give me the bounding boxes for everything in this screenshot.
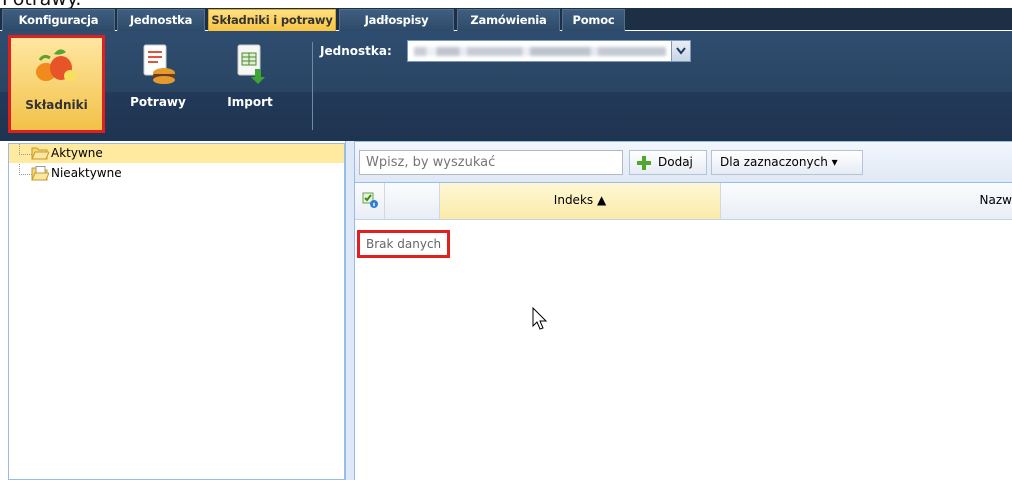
- tab-pomoc[interactable]: Pomoc: [562, 9, 625, 31]
- search-input[interactable]: [359, 150, 623, 175]
- category-tree: Aktywne Nieaktywne: [8, 143, 345, 480]
- dishes-label: Potrawy: [130, 95, 186, 109]
- tab-zamowienia[interactable]: Zamówienia: [457, 9, 560, 31]
- import-icon: [237, 44, 265, 84]
- unit-select[interactable]: [407, 40, 691, 62]
- tree-item-aktywne[interactable]: Aktywne: [9, 144, 344, 163]
- unit-dropdown-arrow[interactable]: [671, 41, 690, 61]
- folder-open-icon: [31, 147, 49, 160]
- ingredients-icon: [35, 49, 76, 82]
- checkbox-info-icon: [362, 192, 378, 208]
- dishes-button[interactable]: Potrawy: [118, 35, 198, 133]
- plus-icon: [637, 156, 651, 170]
- grid-header: Indeks ▲ Nazw: [355, 183, 1012, 220]
- select-all-column[interactable]: [355, 183, 385, 219]
- mouse-cursor-icon: [532, 307, 548, 330]
- bulk-actions-button[interactable]: Dla zaznaczonych ▾: [711, 150, 863, 175]
- ingredients-button[interactable]: Składniki: [8, 35, 105, 133]
- tree-item-label: Aktywne: [51, 146, 103, 160]
- import-label: Import: [227, 95, 273, 109]
- dishes-icon: [143, 44, 175, 84]
- cropped-heading-text: Potrawy.: [2, 0, 81, 8]
- tab-konfiguracja[interactable]: Konfiguracja: [2, 9, 115, 31]
- unit-value-redacted: [414, 47, 666, 56]
- empty-message: Brak danych: [357, 230, 451, 258]
- add-button-label: Dodaj: [658, 155, 693, 169]
- folder-icon: [31, 166, 49, 181]
- unit-label: Jednostka:: [320, 44, 392, 58]
- tree-item-nieaktywne[interactable]: Nieaktywne: [9, 164, 344, 183]
- tab-skladniki-i-potrawy[interactable]: Składniki i potrawy: [208, 9, 336, 31]
- tab-jednostka[interactable]: Jednostka: [117, 9, 205, 31]
- ingredients-grid: Dodaj Dla zaznaczonych ▾ Indeks ▲ Nazw B…: [355, 141, 1012, 480]
- tree-item-label: Nieaktywne: [51, 166, 122, 180]
- ingredients-label: Składniki: [25, 98, 88, 112]
- add-button[interactable]: Dodaj: [629, 150, 707, 175]
- cropped-heading: Potrawy.: [0, 0, 260, 8]
- column-nazwa[interactable]: Nazw: [721, 183, 1012, 219]
- import-button[interactable]: Import: [210, 35, 290, 133]
- column-indeks[interactable]: Indeks ▲: [440, 183, 721, 219]
- ribbon-separator: [312, 42, 313, 130]
- grid-toolbar: Dodaj Dla zaznaczonych ▾: [355, 142, 1012, 183]
- tab-jadlospisy[interactable]: Jadłospisy: [339, 9, 454, 31]
- blank-column: [385, 183, 440, 219]
- chevron-down-icon: [676, 47, 686, 55]
- panel-splitter[interactable]: [345, 141, 355, 480]
- bulk-actions-label: Dla zaznaczonych ▾: [720, 155, 838, 169]
